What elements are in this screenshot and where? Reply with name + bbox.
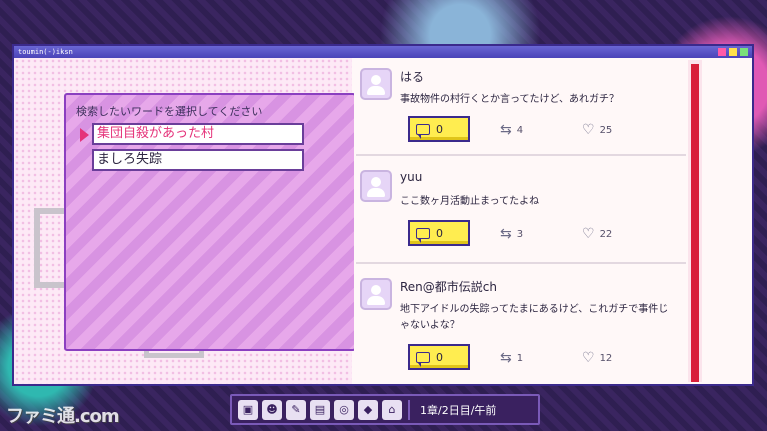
speech-bubble-icon	[416, 351, 430, 367]
like-button[interactable]: ♡ 25	[582, 122, 612, 138]
avatar	[360, 278, 392, 310]
chapter-status: 1章/2日目/午前	[420, 403, 497, 417]
post-feed: はる 事故物件の村行くとか言ってたけど、あれガチ？ 0 ⇆ 4 ♡ 25 yuu…	[354, 58, 686, 384]
maximize-button[interactable]	[740, 48, 748, 56]
memo-icon[interactable]: ✎	[286, 399, 306, 420]
like-button[interactable]: ♡ 22	[582, 226, 612, 242]
retweet-count: 4	[516, 124, 524, 136]
reply-count: 0	[436, 226, 443, 240]
person-icon[interactable]: ☻	[262, 399, 282, 420]
like-button[interactable]: ♡ 12	[582, 350, 612, 366]
minimize-button[interactable]	[729, 48, 737, 56]
post-username: yuu	[400, 170, 423, 184]
package-icon[interactable]: ▣	[238, 399, 258, 420]
window-controls	[718, 48, 748, 56]
search-option[interactable]: 集団自殺があった村	[92, 123, 304, 145]
search-option[interactable]: ましろ失踪	[92, 149, 304, 171]
retweet-button[interactable]: ⇆ 3	[500, 226, 523, 242]
post-text: ここ数ヶ月活動止まってたよね	[400, 196, 540, 207]
selection-cursor-icon	[80, 128, 89, 142]
like-count: 25	[599, 124, 613, 136]
retweet-icon: ⇆	[500, 350, 512, 366]
taskbar: ▣ ☻ ✎ ▤ ◎ ◆ ⌂ 1章/2日目/午前	[230, 394, 540, 425]
like-count: 12	[599, 352, 613, 364]
heart-icon: ♡	[582, 350, 595, 366]
folder-icon[interactable]: ▤	[310, 399, 330, 420]
search-panel: 検索したいワードを選択してください 集団自殺があった村 ましろ失踪	[64, 93, 356, 351]
reply-button[interactable]: 0	[408, 344, 470, 370]
window-title: toumin(-)iksn	[18, 48, 73, 56]
post-username: Ren@都市伝説ch	[400, 280, 497, 294]
retweet-button[interactable]: ⇆ 4	[500, 122, 523, 138]
post-text: 地下アイドルの失踪ってたまにあるけど、これガチで事件じゃないよな？	[400, 304, 669, 331]
like-count: 22	[599, 228, 613, 240]
search-globe-icon[interactable]: ◎	[334, 399, 354, 420]
avatar	[360, 170, 392, 202]
heart-icon: ♡	[582, 226, 595, 242]
reply-button[interactable]: 0	[408, 116, 470, 142]
speech-bubble-icon	[416, 123, 430, 139]
reply-count: 0	[436, 350, 443, 364]
feed-scrollbar[interactable]	[688, 60, 702, 382]
post: Ren@都市伝説ch 地下アイドルの失踪ってたまにあるけど、これガチで事件じゃな…	[354, 264, 686, 384]
watermark-logo: ファミ通.com	[6, 406, 120, 427]
heart-icon: ♡	[582, 122, 595, 138]
speech-bubble-icon	[416, 227, 430, 243]
retweet-button[interactable]: ⇆ 1	[500, 350, 523, 366]
close-button[interactable]	[718, 48, 726, 56]
home-icon[interactable]: ⌂	[382, 399, 402, 420]
search-pane: 検索したいワードを選択してください 集団自殺があった村 ましろ失踪	[14, 58, 356, 384]
taskbar-separator	[408, 399, 410, 420]
avatar	[360, 68, 392, 100]
scroll-thumb[interactable]	[691, 64, 699, 382]
retweet-count: 3	[516, 228, 524, 240]
reply-button[interactable]: 0	[408, 220, 470, 246]
retweet-count: 1	[516, 352, 524, 364]
sns-window: toumin(-)iksn 検索したいワードを選択してください 集団自殺があった…	[12, 44, 754, 386]
reply-count: 0	[436, 122, 443, 136]
map-pin-icon[interactable]: ◆	[358, 399, 378, 420]
retweet-icon: ⇆	[500, 226, 512, 242]
post: yuu ここ数ヶ月活動止まってたよね 0 ⇆ 3 ♡ 22	[354, 156, 686, 264]
search-prompt: 検索したいワードを選択してください	[76, 105, 263, 118]
post-username: はる	[400, 70, 425, 84]
post: はる 事故物件の村行くとか言ってたけど、あれガチ？ 0 ⇆ 4 ♡ 25	[354, 58, 686, 156]
retweet-icon: ⇆	[500, 122, 512, 138]
window-titlebar: toumin(-)iksn	[14, 46, 752, 58]
post-text: 事故物件の村行くとか言ってたけど、あれガチ？	[400, 94, 619, 105]
